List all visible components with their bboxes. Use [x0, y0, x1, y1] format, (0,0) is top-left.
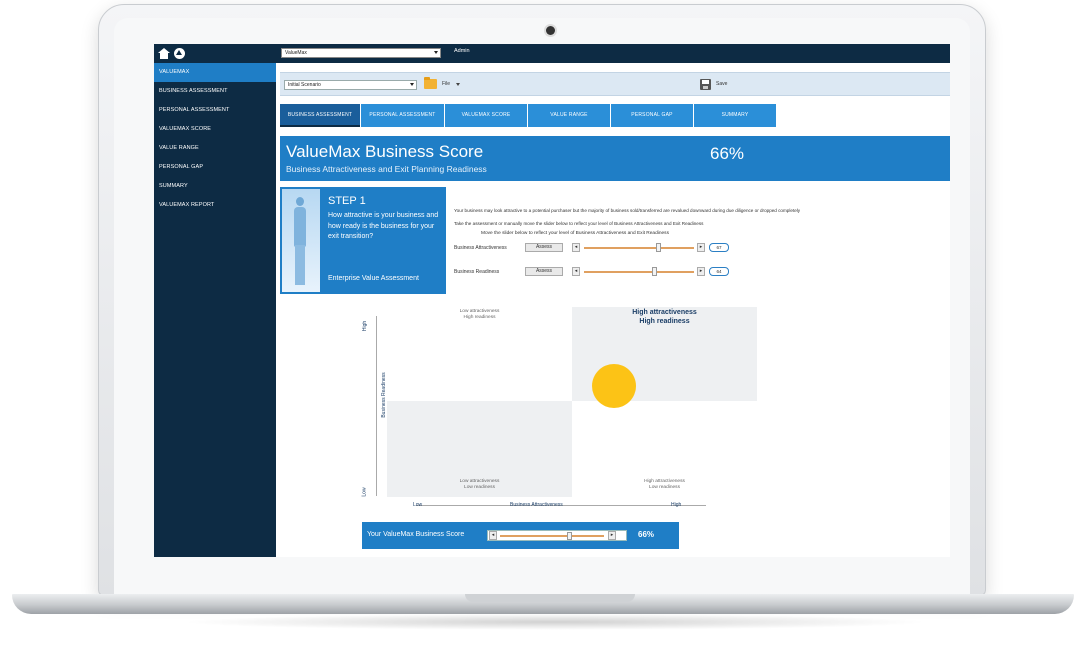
- slider-right-arrow-icon[interactable]: ▸: [697, 267, 705, 276]
- score-slider-handle[interactable]: [566, 532, 572, 540]
- quadrant-label-line: Low readiness: [464, 484, 495, 490]
- scenario-select-value: Initial Scenario: [288, 82, 321, 88]
- attractiveness-slider-track[interactable]: [584, 247, 694, 249]
- sidebar-item-personal-gap[interactable]: PERSONAL GAP: [154, 158, 276, 177]
- banner-score: 66%: [710, 144, 745, 163]
- tab-personal-gap[interactable]: PERSONAL GAP: [611, 104, 693, 127]
- app-select-value: ValueMax: [285, 50, 307, 56]
- laptop-notch: [465, 594, 635, 602]
- score-bar-value: 66%: [638, 530, 655, 539]
- sidebar-item-valuemax[interactable]: VALUEMAX: [154, 63, 276, 82]
- quadrant-label-top-left: Low attractiveness High readiness: [432, 309, 527, 320]
- quadrant-label-bottom-left: Low attractiveness Low readiness: [432, 479, 527, 490]
- readiness-slider-handle[interactable]: [652, 267, 658, 276]
- attractiveness-slider-row: Business Attractiveness Assess ◂ ▸ 67: [454, 243, 754, 253]
- sidebar-header: [154, 44, 276, 63]
- sidebar-item-personal-assessment[interactable]: PERSONAL ASSESSMENT: [154, 101, 276, 120]
- sidebar-item-value-range[interactable]: VALUE RANGE: [154, 139, 276, 158]
- sidebar-item-valuemax-report[interactable]: VALUEMAX REPORT: [154, 196, 276, 215]
- assessment-description: Your business may look attractive to a p…: [454, 204, 948, 230]
- x-axis-low-label: Low: [413, 502, 423, 508]
- score-marker: [592, 364, 636, 408]
- quadrant-label-line: High attractiveness: [632, 309, 697, 316]
- file-menu[interactable]: File: [442, 81, 450, 87]
- slider-heading: Move the slider below to reflect your le…: [481, 231, 669, 236]
- readiness-label: Business Readiness: [454, 269, 500, 275]
- step-image: [282, 189, 320, 292]
- readiness-slider-track[interactable]: [584, 271, 694, 273]
- folder-icon[interactable]: [424, 77, 437, 89]
- description-line-1: Your business may look attractive to a p…: [454, 208, 801, 213]
- quadrant-label-line: High readiness: [463, 314, 496, 320]
- quadrant-chart: Low attractiveness High readiness High a…: [387, 307, 757, 497]
- quadrant-label-top-right: High attractiveness High readiness: [587, 309, 742, 326]
- chevron-down-icon: [434, 51, 438, 54]
- upload-icon[interactable]: [174, 48, 185, 59]
- app-select[interactable]: ValueMax: [281, 48, 441, 58]
- score-bar: Your ValueMax Business Score ◂ ▸ 66%: [362, 522, 679, 549]
- sidebar: VALUEMAX BUSINESS ASSESSMENT PERSONAL AS…: [154, 44, 276, 557]
- y-axis-label: Business Readiness: [381, 372, 387, 418]
- attractiveness-slider-handle[interactable]: [655, 243, 661, 252]
- readiness-value[interactable]: 64: [709, 267, 729, 276]
- description-line-2: Take the assessment or manually move the…: [454, 221, 704, 226]
- slider-left-arrow-icon[interactable]: ◂: [572, 267, 580, 276]
- y-axis-low-label: Low: [361, 487, 368, 497]
- x-axis-high-label: High: [671, 502, 682, 508]
- slider-right-arrow-icon[interactable]: ▸: [697, 243, 705, 252]
- app-screen: VALUEMAX BUSINESS ASSESSMENT PERSONAL AS…: [154, 44, 950, 557]
- score-bar-label: Your ValueMax Business Score: [367, 531, 465, 538]
- sidebar-item-summary[interactable]: SUMMARY: [154, 177, 276, 196]
- camera-icon: [546, 26, 555, 35]
- laptop-shadow: [180, 614, 930, 630]
- step-title: STEP 1: [328, 195, 366, 207]
- top-bar: ValueMax Admin: [276, 44, 950, 63]
- person-silhouette-icon: [291, 195, 309, 287]
- save-icon[interactable]: [700, 79, 711, 90]
- step-footer: Enterprise Value Assessment: [328, 275, 419, 282]
- quadrant-label-line: Low readiness: [649, 484, 680, 490]
- tab-summary[interactable]: SUMMARY: [694, 104, 776, 127]
- attractiveness-label: Business Attractiveness: [454, 245, 507, 251]
- step-question: How attractive is your business and how …: [328, 212, 439, 240]
- toolbar: Initial Scenario File Save: [280, 72, 950, 96]
- sidebar-item-business-assessment[interactable]: BUSINESS ASSESSMENT: [154, 82, 276, 101]
- tab-personal-assessment[interactable]: PERSONAL ASSESSMENT: [361, 104, 444, 127]
- home-icon[interactable]: [158, 48, 170, 59]
- x-axis-label: Business Attractiveness: [510, 502, 563, 508]
- score-left-arrow-icon[interactable]: ◂: [489, 531, 497, 540]
- chevron-down-icon: [410, 83, 414, 86]
- score-right-arrow-icon[interactable]: ▸: [608, 531, 616, 540]
- quadrant-label-line: High readiness: [639, 317, 690, 325]
- scenario-select[interactable]: Initial Scenario: [284, 80, 417, 90]
- tab-business-assessment[interactable]: BUSINESS ASSESSMENT: [280, 104, 360, 127]
- assess-attractiveness-button[interactable]: Assess: [525, 243, 563, 252]
- score-slider[interactable]: ◂ ▸: [487, 530, 627, 541]
- tab-bar: BUSINESS ASSESSMENT PERSONAL ASSESSMENT …: [280, 104, 777, 127]
- readiness-slider-row: Business Readiness Assess ◂ ▸ 64: [454, 267, 754, 277]
- admin-link[interactable]: Admin: [454, 48, 470, 54]
- slider-left-arrow-icon[interactable]: ◂: [572, 243, 580, 252]
- assess-readiness-button[interactable]: Assess: [525, 267, 563, 276]
- quadrant-label-bottom-right: High attractiveness Low readiness: [617, 479, 712, 490]
- page-subtitle: Business Attractiveness and Exit Plannin…: [286, 164, 487, 174]
- tab-valuemax-score[interactable]: VALUEMAX SCORE: [445, 104, 527, 127]
- file-caret-icon[interactable]: [456, 83, 460, 86]
- y-axis-line: [376, 316, 377, 496]
- sidebar-item-valuemax-score[interactable]: VALUEMAX SCORE: [154, 120, 276, 139]
- tab-value-range[interactable]: VALUE RANGE: [528, 104, 610, 127]
- y-axis-high-label: High: [362, 320, 369, 332]
- step-panel: STEP 1 How attractive is your business a…: [280, 187, 446, 294]
- save-button[interactable]: Save: [716, 81, 727, 87]
- page-title: ValueMax Business Score: [286, 142, 484, 161]
- attractiveness-value[interactable]: 67: [709, 243, 729, 252]
- score-banner: ValueMax Business Score Business Attract…: [280, 136, 950, 181]
- score-slider-track[interactable]: [500, 535, 604, 537]
